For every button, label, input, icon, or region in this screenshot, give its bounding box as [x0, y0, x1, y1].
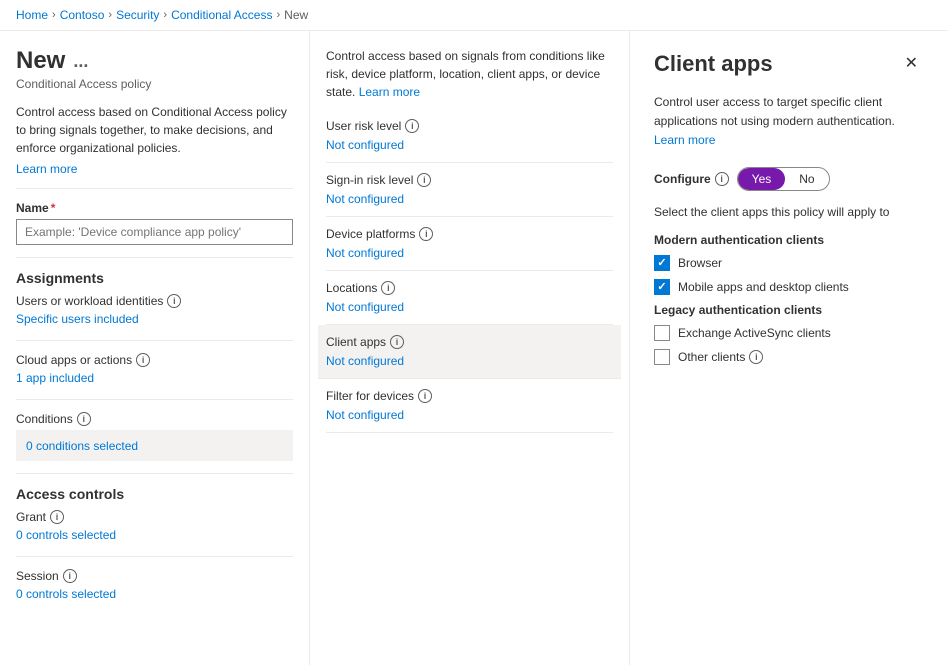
conditions-block[interactable]: 0 conditions selected [16, 430, 293, 461]
flyout-header: Client apps ✕ [654, 51, 924, 77]
more-options-icon[interactable]: ... [73, 51, 88, 72]
divider-5 [16, 473, 293, 474]
session-label: Session i [16, 569, 293, 583]
checkbox-other[interactable] [654, 349, 670, 365]
divider-2 [16, 257, 293, 258]
toggle-no-button[interactable]: No [785, 168, 828, 190]
condition-user-risk-label: User risk level i [326, 119, 613, 133]
other-clients-info-icon[interactable]: i [749, 350, 763, 364]
toggle-yes-button[interactable]: Yes [738, 168, 786, 190]
checkbox-browser-label: Browser [678, 256, 722, 270]
users-info-icon[interactable]: i [167, 294, 181, 308]
session-info-icon[interactable]: i [63, 569, 77, 583]
breadcrumb-current: New [284, 8, 308, 22]
checkbox-other-label: Other clients i [678, 350, 763, 364]
device-platforms-info-icon[interactable]: i [419, 227, 433, 241]
middle-description: Control access based on signals from con… [326, 31, 613, 109]
breadcrumb-security[interactable]: Security [116, 8, 159, 22]
conditions-value-link[interactable]: 0 conditions selected [26, 439, 138, 453]
legacy-auth-title: Legacy authentication clients [654, 303, 924, 317]
checkbox-exchange-row: Exchange ActiveSync clients [654, 325, 924, 341]
checkbox-exchange-label: Exchange ActiveSync clients [678, 326, 831, 340]
flyout-panel: Client apps ✕ Control user access to tar… [630, 31, 948, 665]
condition-filter-devices-label: Filter for devices i [326, 389, 613, 403]
left-panel: New ... Conditional Access policy Contro… [0, 31, 310, 665]
condition-signin-risk-value[interactable]: Not configured [326, 192, 404, 206]
configure-toggle[interactable]: Yes No [737, 167, 830, 191]
filter-devices-info-icon[interactable]: i [418, 389, 432, 403]
page-title-text: New [16, 47, 65, 75]
users-label: Users or workload identities i [16, 294, 293, 308]
modern-auth-title: Modern authentication clients [654, 233, 924, 247]
checkbox-browser[interactable] [654, 255, 670, 271]
user-risk-info-icon[interactable]: i [405, 119, 419, 133]
checkbox-mobile-label: Mobile apps and desktop clients [678, 280, 849, 294]
condition-locations-label: Locations i [326, 281, 613, 295]
condition-client-apps-value[interactable]: Not configured [326, 354, 404, 368]
left-description: Control access based on Conditional Acce… [16, 103, 293, 157]
page-title-row: New ... [16, 47, 293, 75]
session-value-link[interactable]: 0 controls selected [16, 585, 293, 603]
checkbox-mobile[interactable] [654, 279, 670, 295]
condition-client-apps-label: Client apps i [326, 335, 613, 349]
flyout-description: Control user access to target specific c… [654, 93, 924, 151]
breadcrumb-contoso[interactable]: Contoso [60, 8, 105, 22]
grant-info-icon[interactable]: i [50, 510, 64, 524]
divider-4 [16, 399, 293, 400]
breadcrumb-sep-4: › [276, 9, 280, 21]
breadcrumb-sep-2: › [108, 9, 112, 21]
middle-learn-more-link[interactable]: Learn more [359, 85, 420, 99]
assignments-heading: Assignments [16, 270, 293, 286]
condition-client-apps[interactable]: Client apps i Not configured [318, 325, 621, 379]
page-subtitle: Conditional Access policy [16, 77, 293, 91]
condition-user-risk-value[interactable]: Not configured [326, 138, 404, 152]
grant-value-link[interactable]: 0 controls selected [16, 526, 293, 544]
breadcrumb-home[interactable]: Home [16, 8, 48, 22]
name-input[interactable] [16, 219, 293, 245]
name-label: Name* [16, 201, 293, 215]
breadcrumb-sep-1: › [52, 9, 56, 21]
breadcrumb-conditional-access[interactable]: Conditional Access [171, 8, 272, 22]
select-description: Select the client apps this policy will … [654, 203, 924, 221]
condition-device-platforms-value[interactable]: Not configured [326, 246, 404, 260]
middle-panel: Control access based on signals from con… [310, 31, 630, 665]
configure-label: Configure i [654, 172, 729, 186]
breadcrumb: Home › Contoso › Security › Conditional … [0, 0, 948, 31]
access-controls-heading: Access controls [16, 486, 293, 502]
checkbox-exchange[interactable] [654, 325, 670, 341]
condition-device-platforms: Device platforms i Not configured [326, 217, 613, 271]
condition-filter-devices: Filter for devices i Not configured [326, 379, 613, 433]
left-learn-more-link[interactable]: Learn more [16, 162, 77, 176]
users-value-link[interactable]: Specific users included [16, 310, 293, 328]
locations-info-icon[interactable]: i [381, 281, 395, 295]
configure-info-icon[interactable]: i [715, 172, 729, 186]
checkbox-mobile-row: Mobile apps and desktop clients [654, 279, 924, 295]
conditions-label: Conditions i [16, 412, 293, 426]
signin-risk-info-icon[interactable]: i [417, 173, 431, 187]
condition-locations-value[interactable]: Not configured [326, 300, 404, 314]
cloud-apps-label: Cloud apps or actions i [16, 353, 293, 367]
checkbox-other-row: Other clients i [654, 349, 924, 365]
condition-signin-risk: Sign-in risk level i Not configured [326, 163, 613, 217]
condition-device-platforms-label: Device platforms i [326, 227, 613, 241]
condition-signin-risk-label: Sign-in risk level i [326, 173, 613, 187]
close-button[interactable]: ✕ [899, 51, 924, 75]
divider-3 [16, 340, 293, 341]
divider-1 [16, 188, 293, 189]
cloud-apps-info-icon[interactable]: i [136, 353, 150, 367]
required-star: * [51, 201, 56, 215]
flyout-learn-more-link[interactable]: Learn more [654, 133, 715, 147]
conditions-info-icon[interactable]: i [77, 412, 91, 426]
condition-user-risk: User risk level i Not configured [326, 109, 613, 163]
configure-row: Configure i Yes No [654, 167, 924, 191]
breadcrumb-sep-3: › [163, 9, 167, 21]
flyout-title: Client apps [654, 51, 773, 77]
grant-label: Grant i [16, 510, 293, 524]
checkbox-browser-row: Browser [654, 255, 924, 271]
condition-filter-devices-value[interactable]: Not configured [326, 408, 404, 422]
condition-locations: Locations i Not configured [326, 271, 613, 325]
client-apps-info-icon[interactable]: i [390, 335, 404, 349]
cloud-apps-value-link[interactable]: 1 app included [16, 369, 293, 387]
divider-6 [16, 556, 293, 557]
